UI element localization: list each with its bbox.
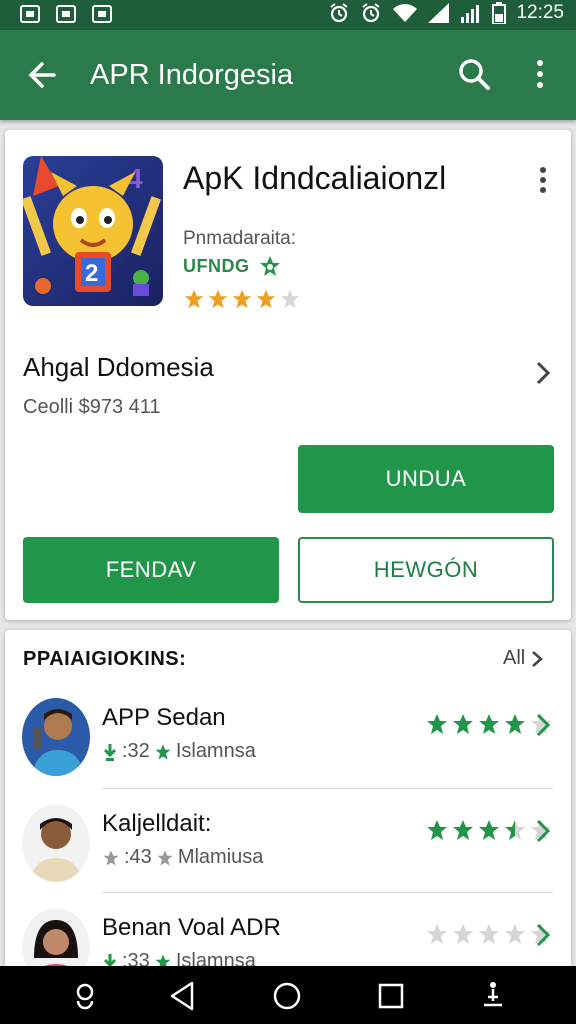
notification-icon <box>56 5 76 23</box>
review-rating-stars <box>425 818 553 842</box>
review-name: Benan Voal ADR <box>102 914 281 941</box>
section-title[interactable]: Ahgal Ddomesia <box>23 352 214 383</box>
star-icon <box>157 850 173 865</box>
rating-star-icon <box>453 714 473 734</box>
rating-star-icon <box>184 289 204 309</box>
rating-star-icon <box>256 289 276 309</box>
rating-star-icon <box>427 714 447 734</box>
download-icon <box>103 743 117 761</box>
notification-icon <box>20 5 40 23</box>
app-rating-stars <box>183 288 301 310</box>
battery-icon <box>492 2 507 24</box>
star-icon <box>103 850 119 865</box>
chevron-right-icon[interactable] <box>535 922 551 948</box>
rating-star-icon <box>208 289 228 309</box>
rating-star-icon <box>427 820 447 840</box>
review-item[interactable]: APP Sedan :32 Islamnsa <box>5 682 571 786</box>
notification-icon <box>92 5 112 23</box>
avatar <box>22 908 90 970</box>
svg-text:2: 2 <box>85 260 98 287</box>
avatar <box>22 698 90 776</box>
chevron-right-icon[interactable] <box>535 818 551 844</box>
install-button[interactable]: UNDUA <box>298 445 554 513</box>
see-all-label: All <box>503 647 526 669</box>
editors-choice-icon <box>259 256 280 276</box>
review-sub: Islamnsa <box>175 740 256 762</box>
rating-star-icon <box>505 714 525 734</box>
reviews-card: PPAIAIGIOKINS: All APP Sedan :32 Islamns… <box>5 630 571 970</box>
navigation-bar <box>0 966 576 1024</box>
rating-star-icon <box>505 924 525 944</box>
overflow-menu-icon[interactable] <box>530 58 550 94</box>
star-icon <box>155 744 171 759</box>
overflow-menu-icon[interactable] <box>537 166 549 194</box>
review-count: :32 <box>122 740 150 762</box>
rating-star-icon <box>232 289 252 309</box>
secondary-action-button[interactable]: HEWGÓN <box>298 537 554 603</box>
app-details-card: 4 2 ApK Idndcaliaionzl Pnmadaraita: UFND… <box>5 130 571 620</box>
accessibility-icon[interactable] <box>476 979 510 1013</box>
review-name: APP Sedan <box>102 704 226 731</box>
review-meta: :32 Islamnsa <box>102 740 256 763</box>
review-sub: Mlamiusa <box>177 846 264 868</box>
recents-nav-icon[interactable] <box>374 979 408 1013</box>
see-all-link[interactable]: All <box>503 647 544 670</box>
home-nav-icon[interactable] <box>270 979 304 1013</box>
back-arrow-icon[interactable] <box>24 57 60 93</box>
app-name: ApK Idndcaliaionzl <box>183 160 447 196</box>
chevron-right-icon <box>532 650 544 667</box>
section-subtitle: Ceolli $973 411 <box>23 396 161 418</box>
reviews-header: PPAIAIGIOKINS: <box>23 648 187 670</box>
alarm-icon <box>330 3 349 23</box>
signal-icon <box>428 3 450 23</box>
chevron-right-icon[interactable] <box>535 712 551 738</box>
rating-star-icon <box>453 924 473 944</box>
rating-star-icon <box>479 714 499 734</box>
review-meta: :43 Mlamiusa <box>102 846 263 869</box>
review-count: :43 <box>124 846 152 868</box>
wifi-icon <box>393 4 418 22</box>
avatar <box>22 804 90 882</box>
review-item[interactable]: Kaljelldait: :43 Mlamiusa <box>5 788 571 892</box>
assistant-icon[interactable] <box>68 979 102 1013</box>
app-bar: APR Indorgesia <box>0 30 576 120</box>
signal-icon <box>461 5 480 23</box>
review-rating-stars <box>425 712 553 736</box>
rating-star-icon <box>505 820 525 840</box>
developer-name[interactable]: Pnmadaraita: <box>183 228 296 250</box>
rating-star-icon <box>479 820 499 840</box>
review-name: Kaljelldait: <box>102 810 212 837</box>
review-item[interactable]: Benan Voal ADR :33 Islamnsa <box>5 892 571 970</box>
search-icon[interactable] <box>456 56 492 92</box>
rating-star-icon <box>427 924 447 944</box>
rating-star-icon <box>479 924 499 944</box>
clock: 12:25 <box>516 2 564 23</box>
back-nav-icon[interactable] <box>166 979 200 1013</box>
badge-label: UFNDG <box>183 255 250 276</box>
app-bar-title: APR Indorgesia <box>90 59 294 91</box>
rating-star-icon <box>280 289 300 309</box>
chevron-right-icon[interactable] <box>535 360 551 386</box>
status-bar: 12:25 <box>0 0 576 30</box>
app-icon[interactable]: 4 2 <box>23 156 163 306</box>
rating-star-icon <box>453 820 473 840</box>
badge-row: UFNDG <box>183 254 282 278</box>
alarm-icon <box>362 3 381 23</box>
primary-action-button[interactable]: FENDAV <box>23 537 279 603</box>
review-rating-stars <box>425 922 553 946</box>
